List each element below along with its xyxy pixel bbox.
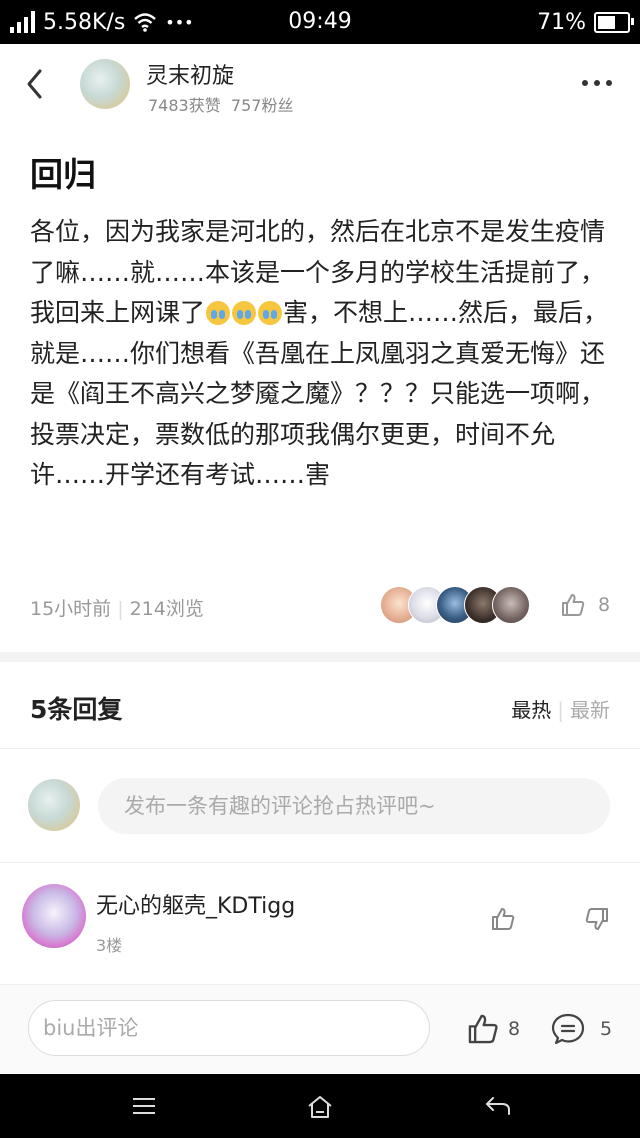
system-nav-bar: [0, 1074, 640, 1138]
reply-input[interactable]: biu出评论: [28, 1000, 430, 1056]
commenter-name[interactable]: 无心的躯壳_KDTigg: [96, 888, 295, 920]
battery-percent: 71%: [537, 9, 586, 35]
post-like-button[interactable]: 8: [560, 592, 610, 618]
comment-input[interactable]: 发布一条有趣的评论抢占热评吧~: [98, 778, 610, 834]
sort-hot-tab[interactable]: 最热: [511, 698, 551, 722]
crying-emoji-icon: [232, 301, 257, 325]
author-stats: 7483获赞 757粉丝: [148, 92, 293, 116]
comment-bubble-icon: [551, 1013, 585, 1045]
footer-like-count: 8: [508, 1018, 521, 1040]
post-like-count: 8: [598, 594, 611, 616]
more-dots-icon[interactable]: [582, 80, 612, 86]
post-views: 214浏览: [129, 598, 204, 620]
footer-like-button[interactable]: 8: [466, 1012, 520, 1046]
home-icon[interactable]: [306, 1094, 334, 1120]
divider-line: [0, 862, 640, 863]
liker-avatar: [492, 586, 530, 624]
comment-floor: 3楼: [96, 936, 123, 955]
author-likes: 7483获赞: [148, 96, 221, 115]
back-arrow-icon[interactable]: [24, 68, 48, 100]
thumbs-up-icon: [562, 594, 585, 616]
sort-new-tab[interactable]: 最新: [570, 698, 610, 722]
replies-title: 5条回复: [30, 695, 123, 724]
liker-avatars[interactable]: [380, 586, 530, 624]
author-name[interactable]: 灵末初旋: [146, 58, 234, 90]
post-title: 回归: [30, 155, 96, 194]
footer-comment-count: 5: [600, 1018, 613, 1040]
status-bar: 5.58K/s ••• 09:49 71%: [0, 0, 640, 44]
divider-line: [0, 748, 640, 749]
footer-comment-button[interactable]: 5: [550, 1012, 612, 1046]
author-fans: 757粉丝: [230, 96, 294, 115]
thumbs-up-icon: [468, 1014, 498, 1044]
author-avatar[interactable]: [80, 59, 130, 109]
return-arrow-icon[interactable]: [484, 1094, 512, 1118]
thumbs-down-icon[interactable]: [584, 906, 610, 932]
post-meta: 15小时前 | 214浏览: [30, 598, 204, 620]
battery-icon: [594, 11, 634, 33]
my-avatar: [28, 779, 80, 831]
post-body: 各位，因为我家是河北的，然后在北京不是发生疫情了嘛……就……本该是一个多月的学校…: [30, 212, 610, 496]
crying-emoji-icon: [258, 301, 283, 325]
thumbs-up-icon[interactable]: [490, 906, 516, 932]
crying-emoji-icon: [206, 301, 231, 325]
menu-lines-icon[interactable]: [131, 1094, 157, 1118]
commenter-avatar[interactable]: [22, 884, 86, 948]
post-time: 15小时前: [30, 598, 112, 620]
sort-tabs: 最热 | 最新: [511, 698, 610, 722]
section-divider: [0, 652, 640, 662]
